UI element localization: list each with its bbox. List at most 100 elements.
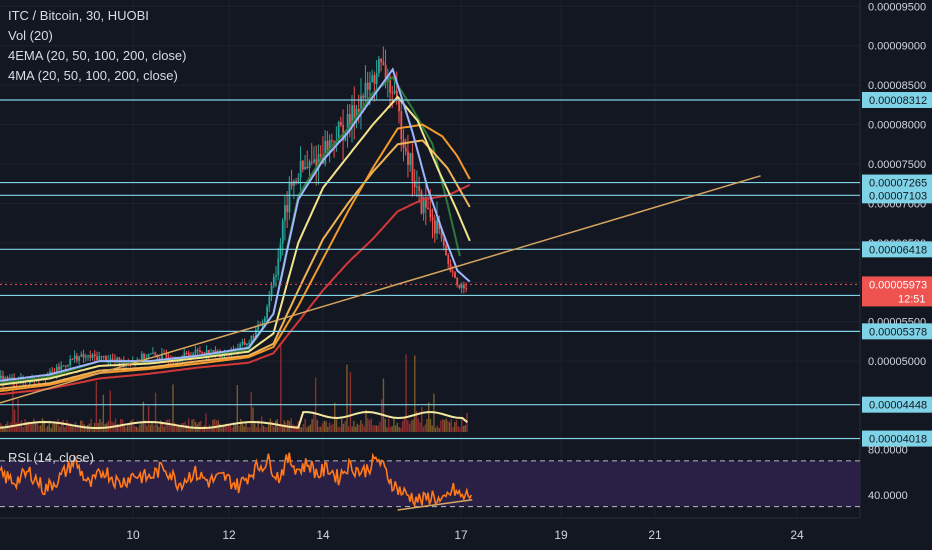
volume-bar bbox=[76, 426, 78, 432]
candle-body bbox=[436, 220, 439, 234]
volume-bar bbox=[273, 426, 275, 432]
volume-bar bbox=[99, 418, 101, 432]
candle-body bbox=[465, 288, 468, 290]
candle-body bbox=[268, 296, 271, 307]
rsi-title[interactable]: RSI (14, close) bbox=[8, 450, 94, 465]
volume-bar bbox=[130, 420, 132, 432]
candle-body bbox=[263, 318, 266, 323]
time-tick-label: 19 bbox=[554, 528, 568, 542]
volume-bar bbox=[241, 423, 244, 432]
candle-body bbox=[451, 271, 454, 273]
candle-body bbox=[100, 355, 103, 357]
candle-body bbox=[29, 382, 31, 384]
volume-bar bbox=[417, 418, 419, 432]
candle-body bbox=[80, 354, 83, 357]
volume-bar bbox=[448, 422, 451, 432]
candle-body bbox=[288, 181, 291, 213]
volume-bar bbox=[396, 422, 399, 432]
price-tick-label: 0.00008500 bbox=[868, 80, 926, 92]
volume-bar bbox=[153, 425, 155, 432]
volume-bar bbox=[295, 425, 298, 432]
candle-body bbox=[87, 355, 90, 357]
volume-bar bbox=[102, 394, 105, 432]
volume-bar bbox=[182, 423, 185, 432]
time-axis[interactable]: 10 12 14 17 19 21 24 bbox=[126, 528, 804, 542]
time-tick-label: 17 bbox=[454, 528, 468, 542]
time-tick-label: 24 bbox=[790, 528, 804, 542]
volume-bar bbox=[368, 420, 371, 432]
volume-bar bbox=[436, 425, 439, 432]
volume-bar bbox=[205, 413, 207, 432]
volume-bar bbox=[170, 425, 172, 432]
candle-body bbox=[60, 365, 63, 370]
volume-bar bbox=[158, 426, 160, 432]
volume-bar bbox=[78, 427, 80, 432]
volume-bar bbox=[234, 423, 237, 432]
volume-bar bbox=[342, 423, 345, 432]
volume-bar bbox=[391, 426, 393, 432]
volume-bar bbox=[443, 419, 446, 432]
volume-bar bbox=[299, 427, 301, 432]
rsi-band-fill bbox=[0, 460, 860, 507]
candle-body bbox=[98, 356, 101, 361]
volume-bar bbox=[321, 423, 324, 432]
legend-ema[interactable]: 4EMA (20, 50, 100, 200, close) bbox=[8, 46, 187, 66]
volume-bar bbox=[224, 425, 226, 432]
volume-bar bbox=[330, 425, 332, 432]
volume-bar bbox=[245, 422, 247, 432]
volume-bar bbox=[46, 425, 49, 432]
volume-bar bbox=[238, 425, 240, 432]
volume-bar bbox=[354, 426, 357, 432]
volume-bar bbox=[358, 425, 360, 432]
countdown-label: 12:51 bbox=[898, 293, 926, 305]
volume-bar bbox=[140, 423, 143, 432]
legend-ma[interactable]: 4MA (20, 50, 100, 200, close) bbox=[8, 66, 187, 86]
candle-body bbox=[373, 75, 376, 85]
volume-bar bbox=[219, 423, 221, 432]
volume-bar bbox=[318, 427, 320, 432]
candle-body bbox=[442, 238, 445, 246]
volume-bar bbox=[419, 422, 421, 432]
volume-bar bbox=[274, 420, 277, 432]
volume-bar bbox=[403, 418, 406, 432]
volume-bar bbox=[29, 423, 31, 432]
volume-bar bbox=[139, 424, 141, 432]
candle-body bbox=[340, 122, 342, 126]
legend-volume[interactable]: Vol (20) bbox=[8, 26, 187, 46]
volume-bar bbox=[306, 427, 308, 432]
ma20-line bbox=[0, 75, 461, 385]
price-axis[interactable]: 0.00009500 0.00009000 0.00008500 0.00008000… bbox=[861, 0, 932, 550]
legend-symbol[interactable]: ITC / Bitcoin, 30, HUOBI bbox=[8, 6, 187, 26]
volume-bar bbox=[243, 426, 245, 432]
candle-body bbox=[454, 272, 456, 278]
candle-body bbox=[331, 139, 333, 141]
volume-bar bbox=[440, 420, 442, 432]
candle-body bbox=[194, 349, 197, 354]
candle-body bbox=[187, 353, 190, 356]
volume-bar bbox=[52, 423, 54, 432]
candle-body bbox=[427, 207, 430, 210]
volume-bar bbox=[34, 423, 37, 432]
volume-bar bbox=[401, 421, 404, 432]
volume-bar bbox=[40, 425, 42, 432]
volume-bar bbox=[454, 422, 456, 432]
volume-bar bbox=[20, 420, 23, 432]
candle-body bbox=[299, 160, 302, 178]
level-tag-label: 0.00005378 bbox=[869, 326, 927, 338]
candle-body bbox=[364, 82, 367, 98]
volume-bar bbox=[408, 423, 411, 432]
volume-bar bbox=[372, 425, 374, 432]
candle-body bbox=[199, 350, 201, 352]
level-tag-label: 0.00007103 bbox=[869, 190, 927, 202]
trendline[interactable] bbox=[0, 175, 761, 511]
volume-bar bbox=[452, 427, 454, 432]
candle-body bbox=[64, 365, 67, 367]
candle-body bbox=[416, 186, 418, 188]
volume-bar bbox=[45, 427, 47, 432]
volume-bar bbox=[264, 426, 266, 432]
trendline-line bbox=[0, 175, 761, 404]
candle-body bbox=[272, 276, 275, 286]
volume-bar bbox=[374, 425, 376, 432]
time-tick-label: 14 bbox=[316, 528, 330, 542]
candle-body bbox=[375, 73, 378, 85]
